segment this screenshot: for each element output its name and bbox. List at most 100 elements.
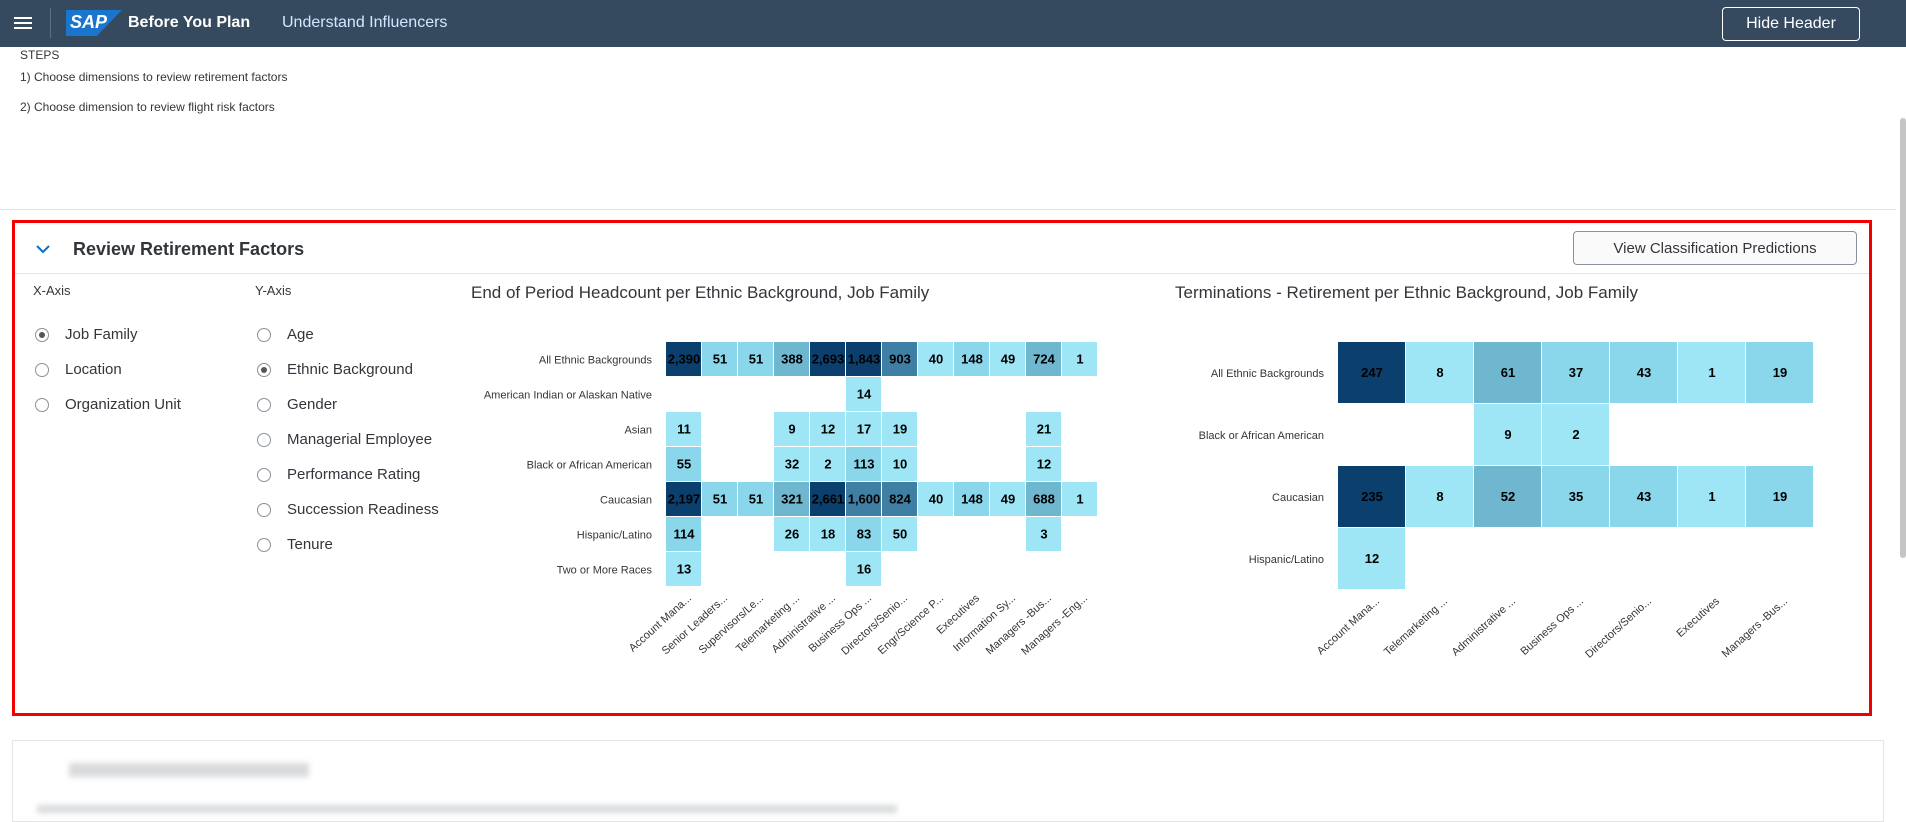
review-retirement-factors-panel: Review Retirement Factors View Classific… — [12, 220, 1872, 716]
page-scrollbar[interactable] — [1900, 118, 1906, 558]
cell-value-label: 17 — [857, 422, 871, 437]
cell-value-label: 388 — [781, 352, 803, 367]
cell-value-label: 12 — [1365, 551, 1379, 566]
cell-value-label: 16 — [857, 562, 871, 577]
shell-bar: SAP Before You Plan Understand Influence… — [0, 0, 1906, 47]
y-tick-label: All Ethnic Backgrounds — [1211, 368, 1325, 380]
blurred-text — [37, 805, 897, 813]
sap-logo[interactable]: SAP — [66, 10, 122, 36]
x-tick-label: Administrative ... — [770, 592, 838, 655]
cell-value-label: 3 — [1040, 527, 1047, 542]
steps-title: STEPS — [20, 48, 60, 62]
shell-separator — [50, 8, 51, 38]
x-tick-label: Business Ops ... — [1518, 595, 1586, 658]
cell-value-label: 1 — [1076, 352, 1083, 367]
cell-value-label: 724 — [1033, 352, 1055, 367]
cell-value-label: 688 — [1033, 492, 1055, 507]
cell-value-label: 21 — [1037, 422, 1051, 437]
cell-value-label: 1 — [1076, 492, 1083, 507]
cell-value-label: 51 — [749, 352, 763, 367]
step-2-text: 2) Choose dimension to review flight ris… — [20, 100, 275, 114]
cell-value-label: 2 — [824, 457, 831, 472]
app-title: Before You Plan — [128, 14, 251, 31]
sap-logo-text: SAP — [70, 12, 108, 32]
x-tick-label: Managers -Bus... — [1720, 595, 1790, 660]
x-tick-label: Directors/Senio... — [839, 592, 910, 657]
cell-value-label: 43 — [1637, 365, 1651, 380]
cell-value-label: 8 — [1436, 365, 1443, 380]
cell-value-label: 2,661 — [812, 492, 845, 507]
cell-value-label: 51 — [713, 492, 727, 507]
x-tick-label: Account Mana... — [1315, 595, 1382, 657]
cell-value-label: 235 — [1361, 489, 1383, 504]
y-tick-label: Caucasian — [600, 495, 652, 507]
x-tick-label: Engr/Science P... — [876, 592, 946, 657]
y-tick-label: Black or African American — [527, 460, 652, 472]
page-subtitle: Understand Influencers — [282, 14, 448, 31]
cell-value-label: 1 — [1708, 365, 1715, 380]
cell-value-label: 903 — [889, 352, 911, 367]
x-tick-label: Senior Leaders... — [660, 592, 730, 657]
cell-value-label: 19 — [1773, 365, 1787, 380]
step-1-text: 1) Choose dimensions to review retiremen… — [20, 70, 288, 84]
cell-value-label: 40 — [929, 352, 943, 367]
cell-value-label: 43 — [1637, 489, 1651, 504]
cell-value-label: 14 — [857, 387, 872, 402]
terminations-heatmap: All Ethnic Backgrounds Black or African A… — [1199, 342, 1813, 661]
cell-value-label: 9 — [788, 422, 795, 437]
y-tick-label: Black or African American — [1199, 430, 1324, 442]
cell-value-label: 18 — [821, 527, 835, 542]
cell-value-label: 148 — [961, 492, 983, 507]
x-tick-label: Information Sy... — [951, 592, 1018, 654]
cell-value-label: 50 — [893, 527, 907, 542]
cell-value-label: 824 — [889, 492, 911, 507]
cell-value-label: 11 — [677, 422, 691, 437]
cell-value-label: 1 — [1708, 489, 1715, 504]
x-tick-label: Executives — [1674, 595, 1722, 640]
hamburger-menu-icon[interactable] — [14, 14, 32, 32]
x-tick-label: Telemarketing ... — [734, 592, 802, 655]
cell-value-label: 49 — [1001, 352, 1015, 367]
x-tick-label: Managers -Eng... — [1019, 592, 1090, 657]
cell-value-label: 10 — [893, 457, 907, 472]
cell-value-label: 13 — [677, 562, 691, 577]
cell-value-label: 9 — [1504, 427, 1511, 442]
y-tick-label: Two or More Races — [557, 565, 653, 577]
cell-value-label: 37 — [1569, 365, 1583, 380]
cell-value-label: 19 — [1773, 489, 1787, 504]
cell-value-label: 148 — [961, 352, 983, 367]
cell-value-label: 2,197 — [668, 492, 701, 507]
cell-value-label: 35 — [1569, 489, 1583, 504]
blurred-title — [69, 763, 309, 777]
hide-header-button[interactable]: Hide Header — [1722, 7, 1860, 41]
headcount-heatmap: All Ethnic Backgrounds American Indian or… — [484, 342, 1097, 658]
x-tick-label: Business Ops ... — [806, 592, 874, 655]
cell-value-label: 113 — [854, 457, 875, 472]
flight-risk-panel — [12, 740, 1884, 822]
cell-value-label: 12 — [821, 422, 835, 437]
cell-value-label: 321 — [781, 492, 803, 507]
x-tick-label: Telemarketing ... — [1382, 595, 1450, 658]
cell-value-label: 26 — [785, 527, 799, 542]
y-tick-label: All Ethnic Backgrounds — [539, 355, 653, 367]
y-tick-label: Caucasian — [1272, 492, 1324, 504]
cell-value-label: 8 — [1436, 489, 1443, 504]
cell-value-label: 40 — [929, 492, 943, 507]
cell-value-label: 1,843 — [848, 352, 881, 367]
cell-value-label: 51 — [713, 352, 727, 367]
y-tick-label: Hispanic/Latino — [1249, 554, 1324, 566]
x-tick-label: Account Mana... — [627, 592, 694, 654]
cell-value-label: 55 — [677, 457, 691, 472]
cell-value-label: 1,600 — [848, 492, 881, 507]
x-tick-label: Directors/Senio... — [1583, 595, 1654, 660]
x-tick-label: Supervisors/Le... — [697, 592, 766, 656]
cell-value-label: 49 — [1001, 492, 1015, 507]
cell-value-label: 61 — [1501, 365, 1515, 380]
cell-value-label: 19 — [893, 422, 907, 437]
y-tick-label: American Indian or Alaskan Native — [484, 390, 652, 402]
cell-value-label: 2,693 — [812, 352, 845, 367]
cell-value-label: 83 — [857, 527, 871, 542]
cell-value-label: 2 — [1572, 427, 1579, 442]
y-tick-label: Asian — [624, 425, 652, 437]
x-tick-label: Administrative ... — [1450, 595, 1518, 658]
